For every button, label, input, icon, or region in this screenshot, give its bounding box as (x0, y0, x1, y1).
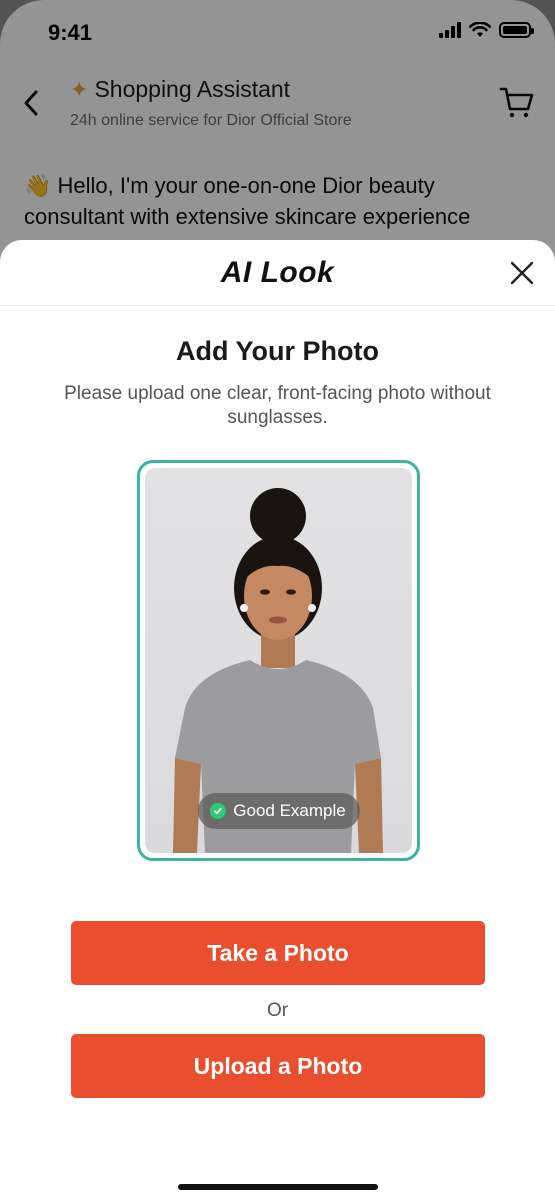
good-example-badge: Good Example (197, 793, 360, 829)
close-icon[interactable] (509, 260, 535, 286)
add-photo-description: Please upload one clear, front-facing ph… (64, 383, 491, 428)
or-separator: Or (266, 1000, 289, 1021)
sheet-title: AI Look (220, 255, 335, 289)
take-photo-button[interactable]: Take a Photo (71, 921, 485, 985)
check-circle-icon (209, 803, 226, 819)
sheet-header: AI Look (0, 240, 555, 306)
example-photo-frame: Good Example (137, 460, 420, 861)
upload-photo-button[interactable]: Upload a Photo (71, 1034, 485, 1098)
example-photo: Good Example (145, 468, 412, 853)
add-photo-heading: Add Your Photo (176, 336, 379, 366)
good-example-label: Good Example (233, 801, 346, 820)
home-indicator[interactable] (178, 1184, 378, 1190)
ai-look-sheet: AI Look Add Your Photo Please upload one… (0, 240, 555, 1200)
